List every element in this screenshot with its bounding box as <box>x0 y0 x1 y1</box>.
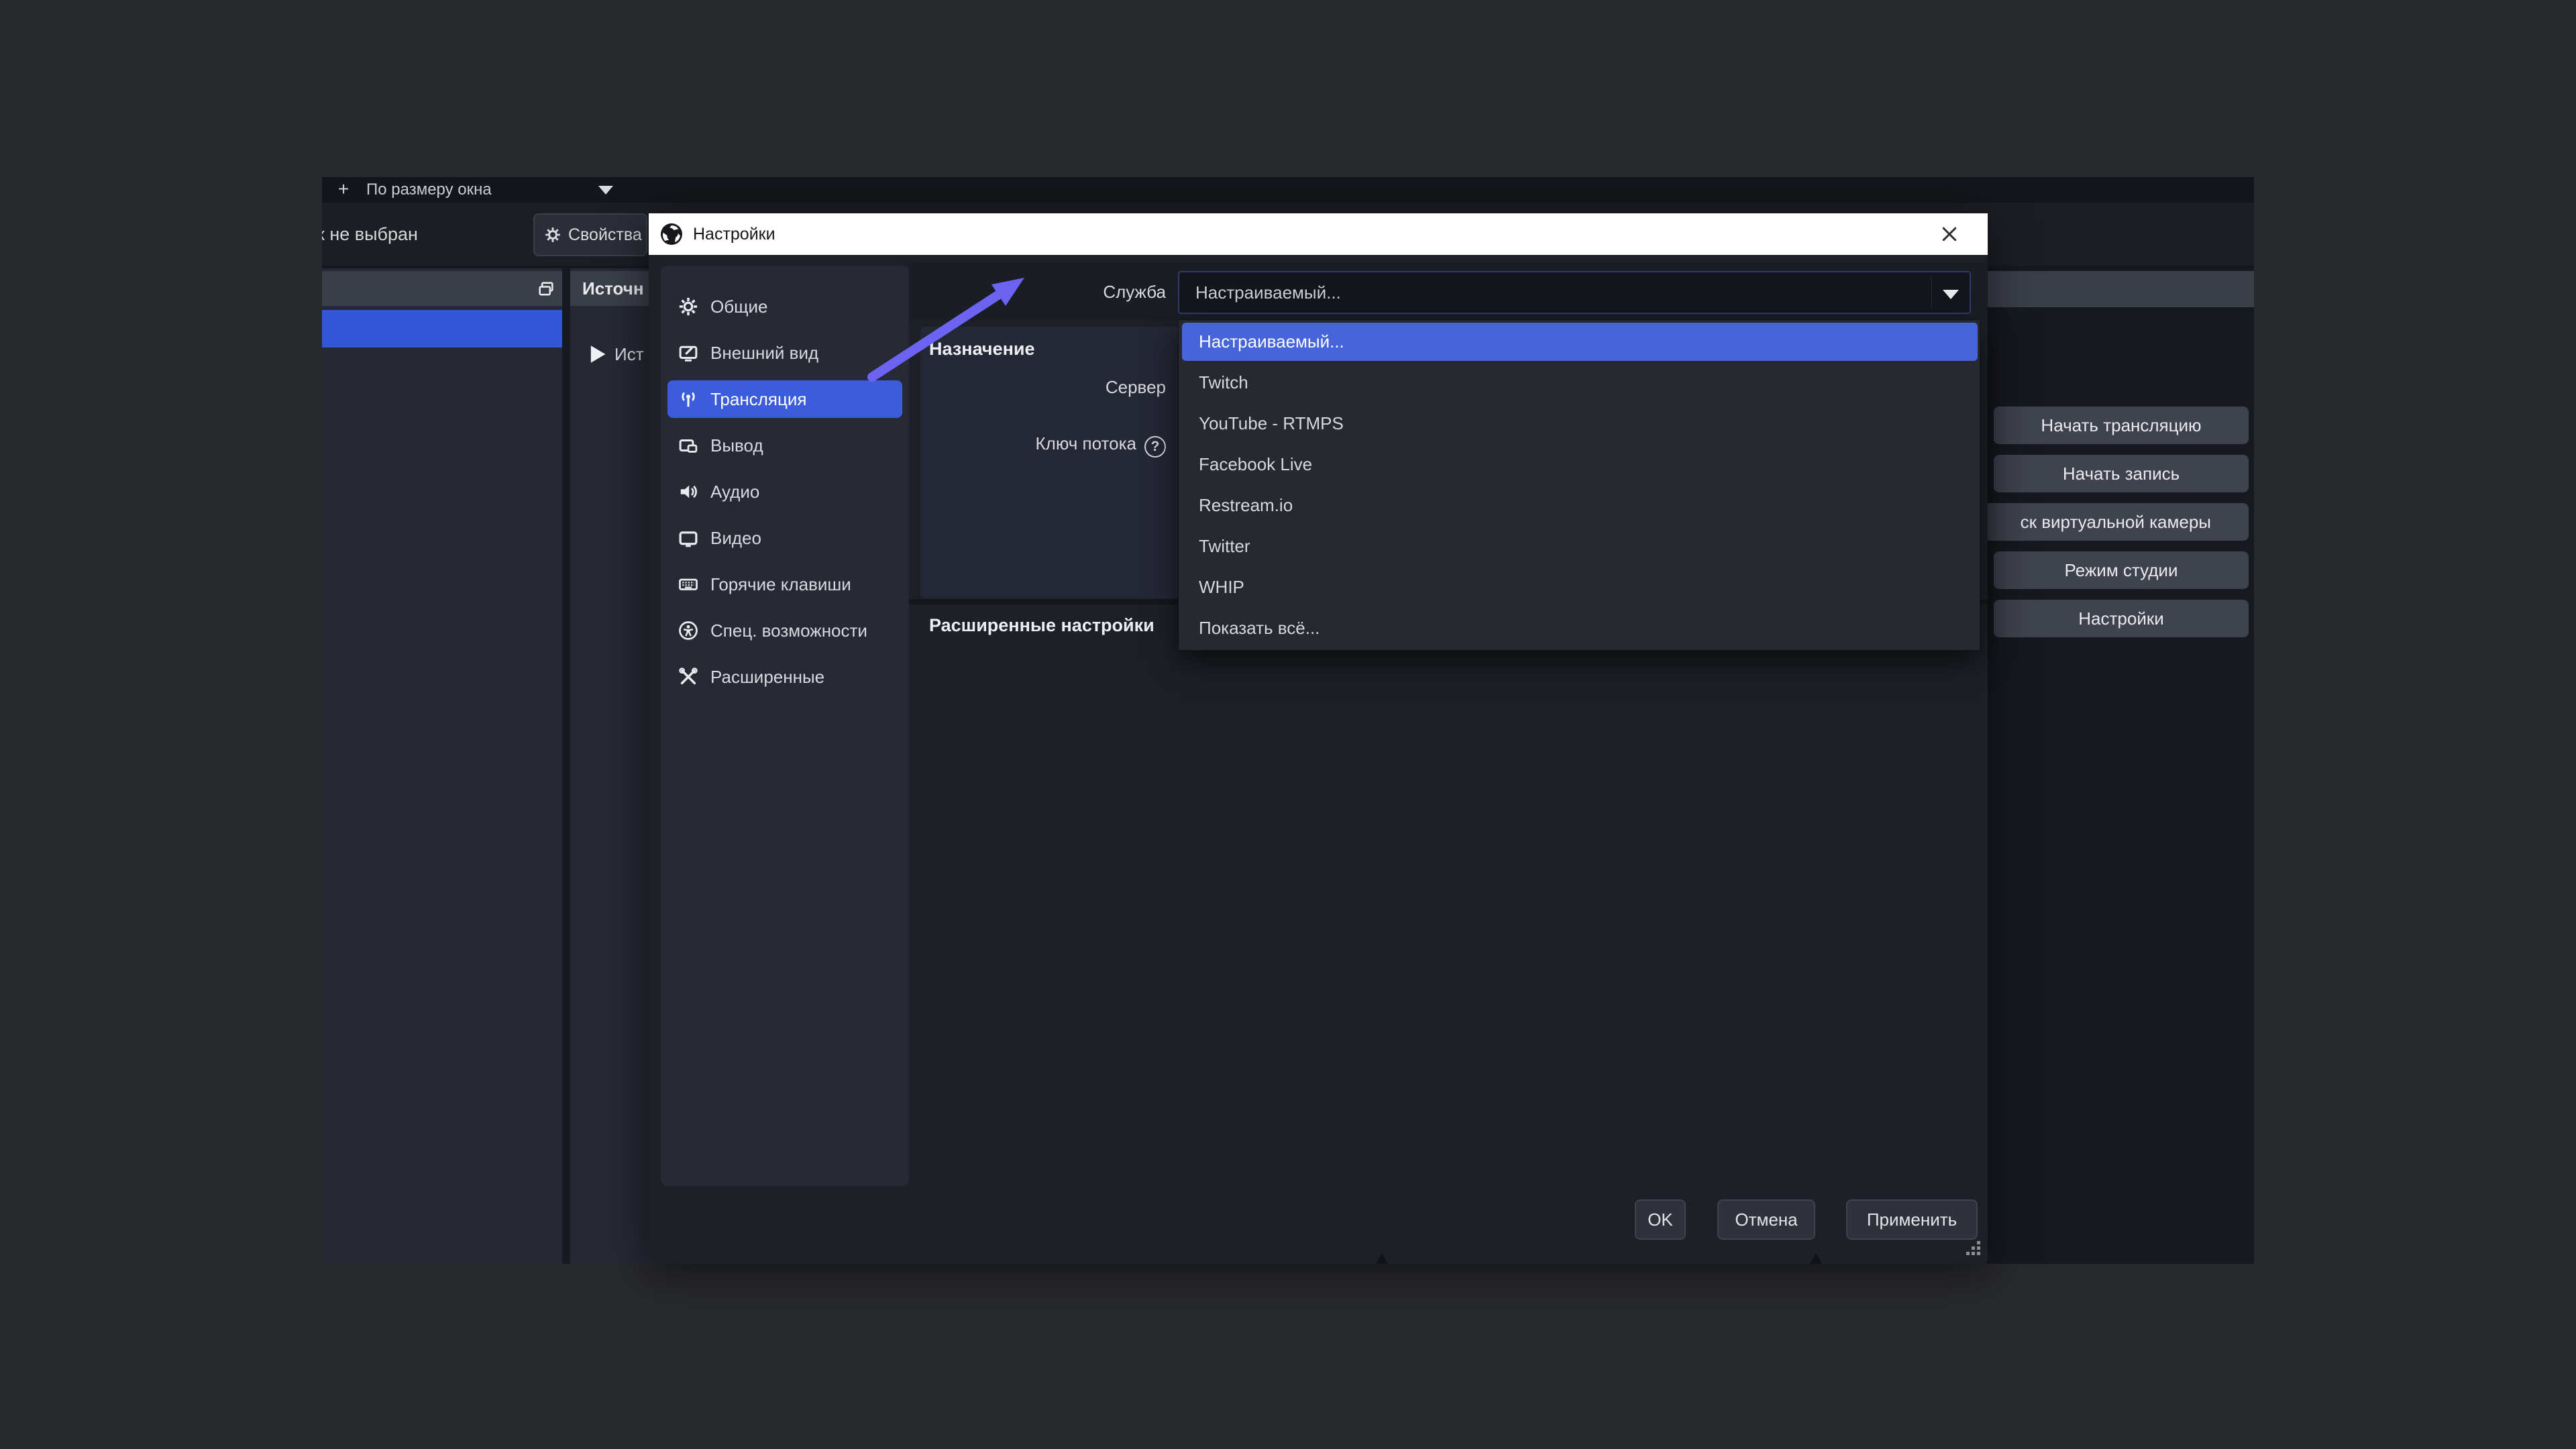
ok-button[interactable]: OK <box>1635 1199 1686 1240</box>
service-combobox-value: Настраиваемый... <box>1195 282 1341 303</box>
cancel-button[interactable]: Отмена <box>1717 1199 1815 1240</box>
zoom-mode-label[interactable]: По размеру окна <box>366 177 492 203</box>
source-status-text: к не выбран <box>322 203 418 266</box>
play-icon <box>589 345 606 364</box>
dialog-title: Настройки <box>693 225 775 244</box>
settings-nav: Общие Внешний вид <box>661 266 909 1186</box>
dropdown-item-show-all[interactable]: Показать всё... <box>1179 608 1981 649</box>
preview-tab-bar: + По размеру окна <box>322 177 2254 203</box>
nav-item-video[interactable]: Видео <box>667 519 902 557</box>
obs-logo-icon <box>659 222 684 246</box>
stream-key-label: Ключ потока <box>1036 433 1136 453</box>
nav-item-hotkeys[interactable]: Горячие клавиши <box>667 566 902 603</box>
properties-button-label: Свойства <box>568 225 642 245</box>
nav-item-audio[interactable]: Аудио <box>667 473 902 511</box>
nav-item-appearance[interactable]: Внешний вид <box>667 334 902 372</box>
nav-label: Горячие клавиши <box>710 574 851 595</box>
controls-dock-header <box>1988 271 2254 307</box>
server-label: Сервер <box>1032 368 1166 406</box>
nav-label: Расширенные <box>710 667 824 688</box>
keyboard-icon <box>678 574 698 594</box>
dropdown-item-twitter[interactable]: Twitter <box>1179 526 1981 567</box>
dropdown-item-custom[interactable]: Настраиваемый... <box>1182 323 1978 361</box>
add-tab-button[interactable]: + <box>331 177 356 203</box>
gear-icon <box>678 297 698 317</box>
nav-label: Аудио <box>710 482 759 502</box>
dialog-titlebar[interactable]: Настройки <box>649 213 1988 255</box>
nav-item-stream[interactable]: Трансляция <box>667 380 902 418</box>
dropdown-item-whip[interactable]: WHIP <box>1179 567 1981 608</box>
resize-grip-icon[interactable] <box>1966 1240 1982 1256</box>
close-icon[interactable] <box>1939 224 1960 244</box>
source-item-label: Ист <box>614 335 644 373</box>
scenes-panel <box>322 268 562 1264</box>
appearance-icon <box>678 343 698 363</box>
nav-label: Видео <box>710 528 761 549</box>
output-icon <box>678 435 698 455</box>
advanced-settings-header: Расширенные настройки <box>929 615 1155 636</box>
apply-button[interactable]: Применить <box>1846 1199 1978 1240</box>
chevron-down-icon <box>1943 290 1959 299</box>
tools-icon <box>678 667 698 687</box>
nav-label: Внешний вид <box>710 343 818 364</box>
monitor-icon <box>678 528 698 548</box>
service-label: Служба <box>1032 263 1166 321</box>
nav-label: Трансляция <box>710 389 806 410</box>
nav-item-advanced[interactable]: Расширенные <box>667 658 902 696</box>
nav-item-output[interactable]: Вывод <box>667 427 902 464</box>
stream-key-label-row: Ключ потока? <box>991 425 1166 462</box>
nav-label: Вывод <box>710 435 763 456</box>
chevron-down-icon[interactable] <box>598 186 613 195</box>
broadcast-icon <box>678 389 698 409</box>
dropdown-item-restream[interactable]: Restream.io <box>1179 485 1981 526</box>
service-combobox[interactable]: Настраиваемый... <box>1178 271 1971 314</box>
dropdown-item-youtube-rtmps[interactable]: YouTube - RTMPS <box>1179 403 1981 444</box>
gear-icon <box>544 226 561 244</box>
studio-mode-button[interactable]: Режим студии <box>1994 551 2249 589</box>
dropdown-item-facebook-live[interactable]: Facebook Live <box>1179 444 1981 485</box>
help-icon[interactable]: ? <box>1144 436 1166 458</box>
properties-button[interactable]: Свойства <box>533 213 647 256</box>
cursor-artifact <box>1376 1253 1388 1264</box>
start-recording-button[interactable]: Начать запись <box>1994 455 2249 492</box>
nav-item-general[interactable]: Общие <box>667 288 902 325</box>
destination-header: Назначение <box>929 339 1035 360</box>
start-streaming-button[interactable]: Начать трансляцию <box>1994 407 2249 444</box>
controls-dock: Начать трансляцию Начать запись ск вирту… <box>1988 268 2254 1264</box>
cascade-windows-icon[interactable] <box>537 280 555 299</box>
combobox-separator <box>1931 278 1932 307</box>
scenes-panel-header <box>322 271 562 306</box>
nav-label: Спец. возможности <box>710 621 867 641</box>
nav-label: Общие <box>710 297 768 317</box>
speaker-icon <box>678 482 698 502</box>
scene-list-selected-row[interactable] <box>322 310 562 347</box>
nav-item-accessibility[interactable]: Спец. возможности <box>667 612 902 649</box>
cursor-artifact <box>1810 1253 1822 1264</box>
sources-panel-title: Источн <box>582 271 644 306</box>
service-dropdown-popup: Настраиваемый... Twitch YouTube - RTMPS … <box>1178 319 1980 651</box>
screenshot-canvas: + По размеру окна к не выбран Свойства <box>0 0 2576 1449</box>
accessibility-icon <box>678 621 698 641</box>
settings-button[interactable]: Настройки <box>1994 600 2249 637</box>
dropdown-item-twitch[interactable]: Twitch <box>1179 362 1981 403</box>
